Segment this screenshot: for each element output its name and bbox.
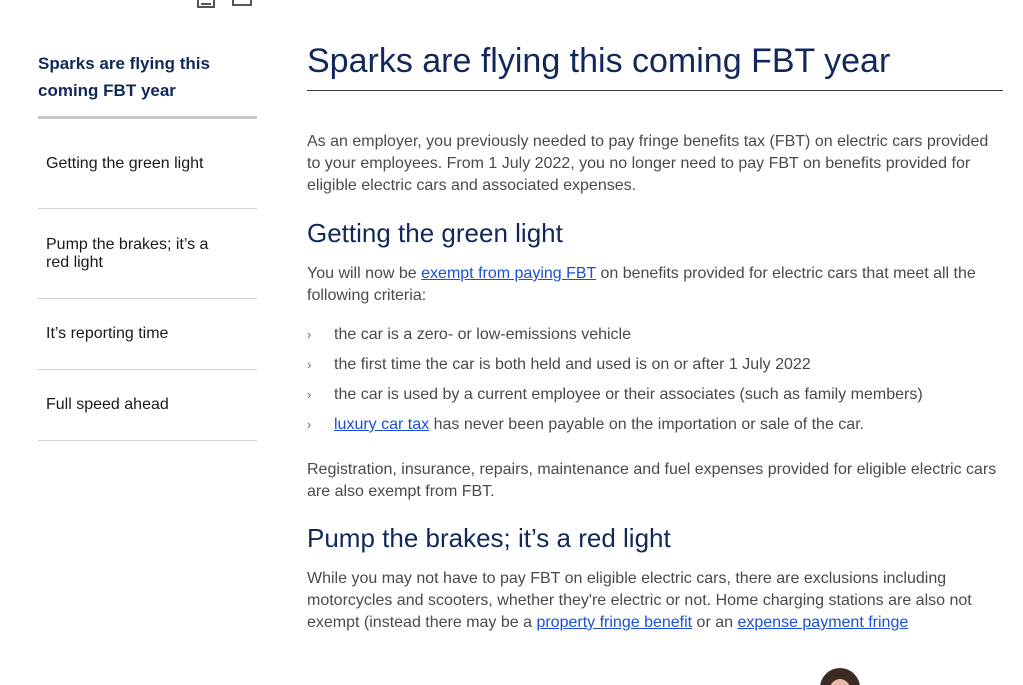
list-item: › the first time the car is both held an…	[307, 354, 1003, 384]
chevron-right-icon: ›	[307, 387, 312, 402]
list-item-text: luxury car tax has never been payable on…	[334, 414, 864, 436]
sidebar-item-label: Full speed ahead	[46, 396, 169, 413]
chevron-right-icon: ›	[307, 417, 312, 432]
list-item-text: the car is used by a current employee or…	[334, 386, 923, 403]
section1-text: You will now be	[307, 265, 422, 282]
section-heading-red-light: Pump the brakes; it’s a red light	[307, 523, 671, 553]
page-tools	[196, 0, 252, 10]
list-item: › luxury car tax has never been payable …	[307, 414, 1003, 444]
list-item-text: the first time the car is both held and …	[334, 356, 811, 373]
sidebar-item-label: Getting the green light	[46, 154, 204, 172]
avatar[interactable]	[820, 668, 860, 685]
exempt-from-paying-fbt-link[interactable]: exempt from paying FBT	[421, 265, 596, 282]
sidebar-item-label: Pump the brakes; it’s a red light	[46, 235, 209, 271]
section-heading-green-light: Getting the green light	[307, 218, 563, 248]
sidebar-list: Getting the green light Pump the brakes;…	[38, 119, 257, 441]
intro-paragraph: As an employer, you previously needed to…	[307, 133, 989, 194]
main-content: Sparks are flying this coming FBT year A…	[307, 40, 1003, 634]
list-item-text: the car is a zero- or low-emissions vehi…	[334, 326, 631, 343]
list-item-text: has never been payable on the importatio…	[429, 416, 865, 433]
page-title: Sparks are flying this coming FBT year	[307, 40, 1003, 91]
section2-text: or an	[692, 614, 738, 631]
section1-paragraph: You will now be exempt from paying FBT o…	[307, 263, 1003, 307]
sidebar: Sparks are flying this coming FBT year G…	[38, 50, 257, 441]
luxury-car-tax-link[interactable]: luxury car tax	[334, 416, 429, 433]
avatar-face	[829, 679, 851, 685]
section1-paragraph-2: Registration, insurance, repairs, mainte…	[307, 461, 997, 500]
print-icon[interactable]	[232, 0, 252, 10]
chevron-right-icon: ›	[307, 357, 312, 372]
list-item: › the car is used by a current employee …	[307, 384, 1003, 414]
page: Sparks are flying this coming FBT year G…	[0, 0, 1023, 685]
criteria-list: › the car is a zero- or low-emissions ve…	[307, 324, 1003, 444]
sidebar-item-full-speed-ahead[interactable]: Full speed ahead	[38, 370, 257, 441]
sidebar-title[interactable]: Sparks are flying this coming FBT year	[38, 50, 257, 119]
expense-payment-fringe-link[interactable]: expense payment fringe	[737, 614, 908, 631]
sidebar-item-getting-the-green-light[interactable]: Getting the green light	[38, 119, 257, 209]
sidebar-item-pump-the-brakes[interactable]: Pump the brakes; it’s a red light	[38, 209, 257, 299]
document-icon[interactable]	[196, 0, 216, 10]
sidebar-item-reporting-time[interactable]: It’s reporting time	[38, 299, 257, 370]
list-item: › the car is a zero- or low-emissions ve…	[307, 324, 1003, 354]
section2-paragraph: While you may not have to pay FBT on eli…	[307, 568, 1003, 634]
property-fringe-benefit-link[interactable]: property fringe benefit	[536, 614, 692, 631]
sidebar-item-label: It’s reporting time	[46, 325, 169, 342]
chevron-right-icon: ›	[307, 327, 312, 342]
